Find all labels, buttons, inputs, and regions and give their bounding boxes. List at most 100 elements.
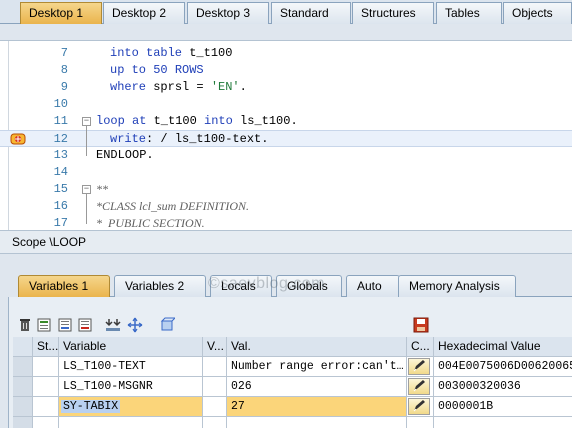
table-row[interactable]: SY-TABIX 27 0000001B — [13, 397, 572, 417]
tab-memory-analysis[interactable]: Memory Analysis — [398, 275, 516, 297]
delete-row-icon[interactable] — [77, 317, 93, 333]
tab-desktop-3[interactable]: Desktop 3 — [187, 2, 269, 24]
row-selector[interactable] — [13, 357, 33, 377]
code-token: sprsl = — [153, 80, 211, 94]
table-row[interactable] — [13, 417, 572, 428]
fold-guide — [86, 126, 87, 156]
cell-value[interactable]: 026 — [227, 377, 407, 397]
row-selector[interactable] — [13, 397, 33, 417]
code-text: up to 50 ROWS — [110, 62, 204, 79]
cell-hex[interactable]: 004E0075006D00620065 — [434, 357, 572, 377]
tab-auto[interactable]: Auto — [346, 275, 400, 297]
save-icon[interactable] — [413, 317, 429, 333]
row-selector[interactable] — [13, 417, 33, 428]
insert-row-icon[interactable] — [36, 317, 52, 333]
collapse-block-icon[interactable]: − — [82, 117, 91, 126]
desktop-tab-bar: Desktop 1 Desktop 2 Desktop 3 Standard S… — [0, 0, 572, 24]
line-number: 16 — [53, 199, 68, 213]
tab-objects[interactable]: Objects — [503, 2, 572, 24]
code-line[interactable]: 9 where sprsl = 'EN'. — [0, 79, 572, 96]
delete-icon[interactable] — [17, 317, 33, 333]
line-number: 11 — [53, 114, 68, 128]
code-token: : / ls_t100-text. — [146, 132, 269, 146]
code-token: t_t100 — [153, 114, 205, 128]
code-editor[interactable]: 7 into table t_t100 8 up to 50 ROWS 9 where s… — [0, 40, 572, 231]
cell-value[interactable]: 27 — [227, 397, 407, 417]
code-token: * PUBLIC SECTION. — [96, 216, 205, 230]
tab-variables-2[interactable]: Variables 2 — [114, 275, 206, 297]
variables-area: Variables 1 Variables 2 Locals Globals A… — [0, 254, 572, 428]
cell-variable[interactable]: SY-TABIX — [59, 397, 203, 417]
code-token: 50 — [153, 63, 168, 77]
cell-status[interactable] — [33, 377, 59, 397]
line-number: 12 — [53, 132, 68, 146]
variables-panel: St... Variable V... Val. C... Hexadecima… — [8, 297, 572, 428]
pencil-icon — [413, 380, 425, 392]
code-line[interactable]: 8 up to 50 ROWS — [0, 62, 572, 79]
append-row-icon[interactable] — [57, 317, 73, 333]
code-token: write — [110, 132, 147, 146]
code-line[interactable]: 10 — [0, 96, 572, 113]
row-selector-header[interactable] — [13, 337, 33, 357]
edit-value-button[interactable] — [408, 378, 430, 395]
code-token: ENDLOOP. — [96, 148, 154, 162]
expand-icon[interactable] — [105, 317, 121, 333]
column-header-hex[interactable]: Hexadecimal Value — [434, 337, 572, 357]
edit-value-button[interactable] — [408, 398, 430, 415]
column-header-change[interactable]: C... — [407, 337, 434, 357]
tab-standard[interactable]: Standard — [271, 2, 351, 24]
column-header-value[interactable]: Val. — [227, 337, 407, 357]
table-row[interactable]: LS_T100-TEXT Number range error:can't… 004… — [13, 357, 572, 377]
tab-variables-1[interactable]: Variables 1 — [18, 275, 110, 297]
edit-value-button[interactable] — [408, 358, 430, 375]
scope-label: Scope \LOOP — [0, 230, 572, 254]
cell-value[interactable] — [227, 417, 407, 428]
code-text: loop at t_t100 into ls_t100. — [96, 113, 298, 130]
code-line[interactable]: 14 — [0, 164, 572, 181]
cell-variable[interactable]: LS_T100-MSGNR — [59, 377, 203, 397]
table-header-row: St... Variable V... Val. C... Hexadecima… — [13, 337, 572, 357]
cell-hex[interactable]: 0000001B — [434, 397, 572, 417]
cell-hex[interactable] — [434, 417, 572, 428]
object-icon[interactable] — [159, 317, 175, 333]
code-text: ENDLOOP. — [96, 147, 154, 164]
cell-change[interactable] — [407, 397, 434, 417]
cell-status[interactable] — [33, 417, 59, 428]
collapse-block-icon[interactable]: − — [82, 185, 91, 194]
tab-tables[interactable]: Tables — [436, 2, 502, 24]
cell-value[interactable]: Number range error:can't… — [227, 357, 407, 377]
cell-variable[interactable]: LS_T100-TEXT — [59, 357, 203, 377]
cell-change[interactable] — [407, 417, 434, 428]
cell-change[interactable] — [407, 357, 434, 377]
cell-change[interactable] — [407, 377, 434, 397]
code-text: ** — [96, 181, 108, 199]
pencil-icon — [413, 400, 425, 412]
cell-variable[interactable] — [59, 417, 203, 428]
code-line[interactable]: 7 into table t_t100 — [0, 45, 572, 62]
cell-v[interactable] — [203, 397, 227, 417]
column-header-v[interactable]: V... — [203, 337, 227, 357]
tab-desktop-1[interactable]: Desktop 1 — [20, 2, 102, 24]
cell-v[interactable] — [203, 377, 227, 397]
column-header-variable[interactable]: Variable — [59, 337, 203, 357]
code-token: up to — [110, 63, 154, 77]
cell-status[interactable] — [33, 357, 59, 377]
line-number: 9 — [60, 80, 68, 94]
code-token: 'EN' — [210, 80, 240, 94]
cell-v[interactable] — [203, 357, 227, 377]
column-header-status[interactable]: St... — [33, 337, 59, 357]
navigate-icon[interactable] — [127, 317, 143, 333]
line-number: 13 — [53, 148, 68, 162]
code-token: t_t100 — [189, 46, 233, 60]
code-token: ls_t100. — [240, 114, 298, 128]
selected-variable-text[interactable]: SY-TABIX — [61, 400, 121, 413]
line-number: 15 — [53, 182, 68, 196]
row-selector[interactable] — [13, 377, 33, 397]
tab-structures[interactable]: Structures — [352, 2, 434, 24]
cell-hex[interactable]: 003000320036 — [434, 377, 572, 397]
table-row[interactable]: LS_T100-MSGNR 026 003000320036 — [13, 377, 572, 397]
tab-desktop-2[interactable]: Desktop 2 — [103, 2, 185, 24]
code-token: into — [204, 114, 241, 128]
cell-status[interactable] — [33, 397, 59, 417]
cell-v[interactable] — [203, 417, 227, 428]
